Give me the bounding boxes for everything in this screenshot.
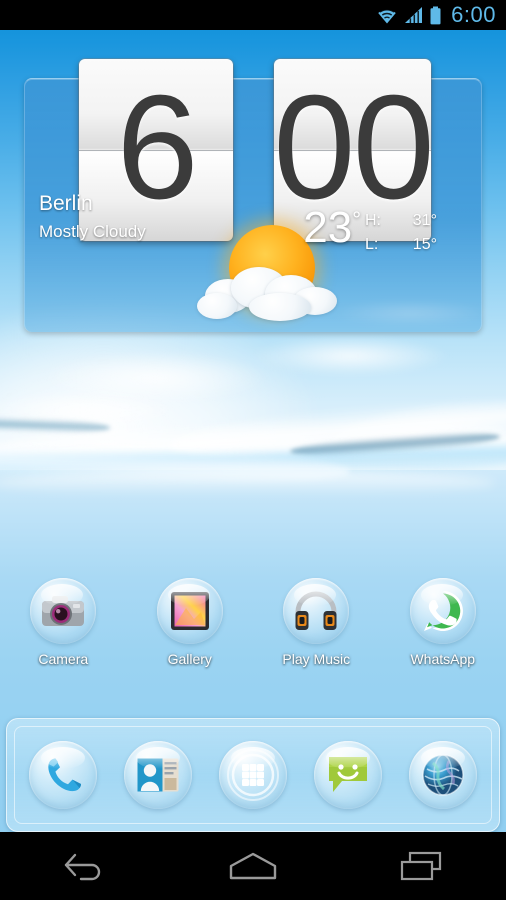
clock-hour-digits: 6 [116,65,198,230]
app-drawer-grid-icon[interactable] [219,741,287,809]
back-arrow-icon [65,853,101,881]
cellular-signal-icon [405,7,423,23]
status-bar-clock: 6:00 [451,2,496,27]
app-label-camera: Camera [38,651,89,667]
dock-inner-frame [14,726,492,824]
weather-high-row: H: 31° [365,209,469,233]
status-bar[interactable]: 6:00 [0,0,506,30]
wallpaper-water-surface [0,388,506,520]
dock-item-messaging[interactable] [301,741,396,809]
app-shortcut-play-music[interactable]: Play Music [253,578,380,667]
battery-icon [430,6,441,24]
weather-temperature-value: 23 [303,203,353,252]
clock-weather-widget[interactable]: 6 00 Berlin Mostly Cloudy 23° H: 31° L: 15… [24,59,482,332]
home-screen: 6:00 6 00 Berlin Mostly Cloudy 23° H: 31° [0,0,506,900]
weather-low-row: L: 15° [365,233,469,257]
weather-high-value: 31° [412,212,437,229]
app-label-gallery: Gallery [167,651,212,667]
weather-degree-symbol: ° [352,207,361,232]
dock [6,718,500,832]
phone-handset-icon[interactable] [28,741,97,809]
headphones-icon[interactable] [283,578,350,644]
home-icon [229,852,277,880]
nav-button-back[interactable] [0,849,169,883]
app-label-whatsapp: WhatsApp [410,651,476,667]
status-bar-icons [375,6,442,25]
gallery-icon[interactable] [156,578,223,644]
message-smiley-icon[interactable] [314,741,383,809]
nav-button-recents[interactable] [337,849,506,883]
app-shortcut-camera[interactable]: Camera [0,578,127,667]
wifi-icon [378,8,396,24]
navigation-bar [0,832,506,900]
app-shortcut-row: Camera Gallery Play Music WhatsApp [0,578,506,686]
dock-item-browser[interactable] [396,741,491,809]
dock-item-apps[interactable] [205,741,300,809]
wallpaper-cloud [250,336,450,376]
weather-temperature: 23° [303,206,361,250]
whatsapp-icon[interactable] [409,578,476,644]
weather-low-label: L: [365,236,379,253]
weather-high-low: H: 31° L: 15° [365,209,469,257]
weather-low-value: 15° [412,236,437,253]
clock-hour-card[interactable]: 6 [79,59,233,241]
dock-item-contacts[interactable] [110,741,205,809]
weather-condition: Mostly Cloudy [39,222,146,241]
contact-card-icon[interactable] [123,741,192,809]
app-shortcut-gallery[interactable]: Gallery [127,578,254,667]
weather-city: Berlin [39,192,93,215]
app-shortcut-whatsapp[interactable]: WhatsApp [380,578,506,667]
recent-apps-icon [400,851,441,881]
clock-minute-digits: 00 [274,65,431,230]
camera-icon[interactable] [30,578,97,644]
app-label-play-music: Play Music [282,651,351,667]
nav-button-home[interactable] [169,849,338,883]
globe-icon[interactable] [409,741,478,809]
dock-item-phone[interactable] [15,741,110,809]
weather-high-label: H: [365,212,381,229]
